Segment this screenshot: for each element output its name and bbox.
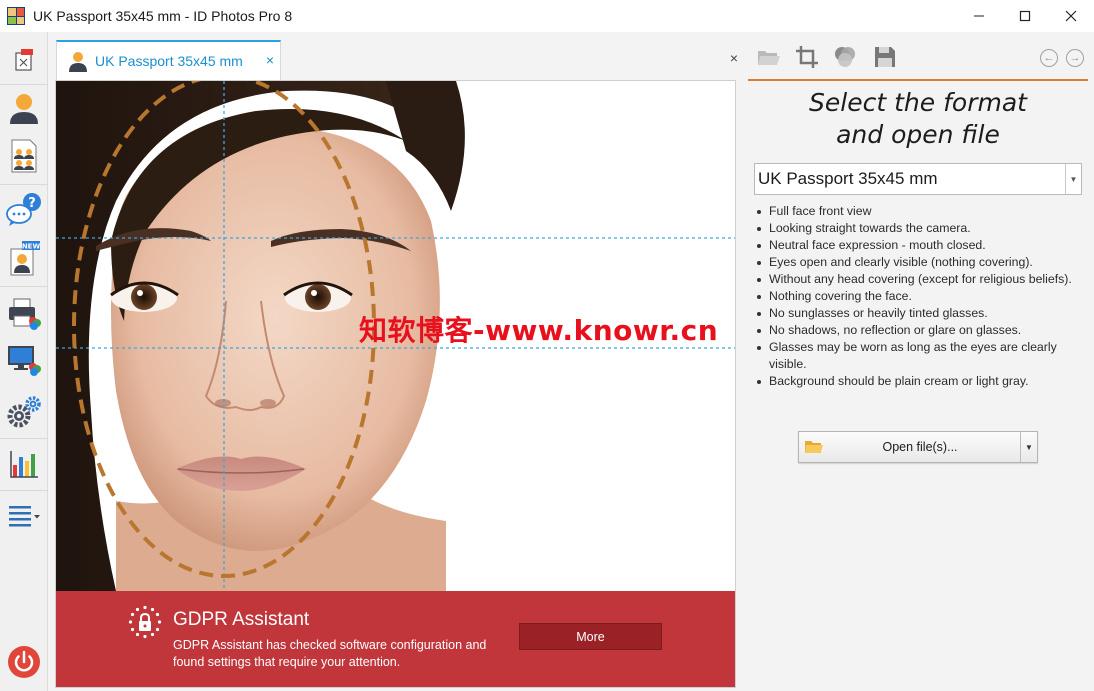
list-item: Full face front view <box>756 203 1086 220</box>
left-sidebar: ? NEW <box>0 32 48 691</box>
sidebar-item-help-chat[interactable]: ? <box>6 190 42 230</box>
crop-tool[interactable] <box>795 45 819 69</box>
new-person-icon: NEW <box>10 241 41 276</box>
menu-list-icon <box>9 506 40 527</box>
list-item: Without any head covering (except for re… <box>756 271 1086 288</box>
format-select-value: UK Passport 35x45 mm <box>758 169 938 188</box>
open-folder-icon <box>758 51 780 65</box>
maximize-icon <box>1019 10 1031 22</box>
tab-label: UK Passport 35x45 mm <box>95 53 243 69</box>
crop-icon <box>796 46 818 68</box>
sidebar-item-print[interactable] <box>6 294 42 334</box>
list-item: Looking straight towards the camera. <box>756 220 1086 237</box>
settings-gears-icon <box>7 396 41 428</box>
list-item: No sunglasses or heavily tinted glasses. <box>756 305 1086 322</box>
list-item: Glasses may be worn as long as the eyes … <box>756 339 1086 373</box>
monitor-color-icon <box>8 346 41 376</box>
open-folder-tool[interactable] <box>757 45 781 69</box>
power-icon <box>8 646 40 678</box>
open-files-label: Open file(s)... <box>882 440 958 454</box>
sidebar-item-statistics[interactable] <box>6 444 42 484</box>
sidebar-item-power[interactable] <box>6 642 42 682</box>
open-files-button[interactable]: Open file(s)... ▼ <box>798 431 1038 463</box>
photo-canvas[interactable]: 知软博客-www.knowr.cn GDPR Assistant GDPR As… <box>55 80 736 688</box>
nav-back-button[interactable]: ← <box>1040 49 1058 67</box>
person-icon <box>69 52 87 72</box>
app-icon <box>7 7 25 25</box>
save-disk-icon <box>875 47 895 67</box>
save-tool[interactable] <box>873 45 897 69</box>
list-item: Background should be plain cream or ligh… <box>756 373 1086 390</box>
tab-strip: UK Passport 35x45 mm × × <box>48 32 744 80</box>
close-icon <box>1065 10 1077 22</box>
gdpr-banner: GDPR Assistant GDPR Assistant has checke… <box>56 591 735 687</box>
gdpr-title: GDPR Assistant <box>173 609 310 630</box>
list-item: Eyes open and clearly visible (nothing c… <box>756 254 1086 271</box>
list-item: Nothing covering the face. <box>756 288 1086 305</box>
print-icon <box>9 298 41 330</box>
gdpr-more-button[interactable]: More <box>519 623 662 650</box>
heading-line-2: and open file <box>836 120 1000 149</box>
chevron-down-icon: ▼ <box>1065 164 1081 194</box>
format-select[interactable]: UK Passport 35x45 mm ▼ <box>754 163 1082 195</box>
requirements-list: Full face front view Looking straight to… <box>756 203 1086 390</box>
right-panel: ← → Select the format and open file UK P… <box>748 32 1094 691</box>
panel-heading: Select the format and open file <box>748 87 1088 151</box>
group-persons-icon <box>11 139 37 173</box>
list-item: No shadows, no reflection or glare on gl… <box>756 322 1086 339</box>
svg-text:NEW: NEW <box>22 243 41 251</box>
list-item: Neutral face expression - mouth closed. <box>756 237 1086 254</box>
tab-close-button[interactable]: × <box>266 52 274 68</box>
heading-line-1: Select the format <box>809 88 1027 117</box>
sidebar-item-group-persons[interactable] <box>6 136 42 176</box>
new-document-icon <box>15 49 33 71</box>
color-balls-icon <box>835 47 855 67</box>
help-chat-icon: ? <box>6 193 41 226</box>
panel-toolbar: ← → <box>748 32 1088 81</box>
gdpr-message: GDPR Assistant has checked software conf… <box>173 638 487 669</box>
window-title: UK Passport 35x45 mm - ID Photos Pro 8 <box>33 8 293 24</box>
sidebar-item-monitor-color[interactable] <box>6 340 42 380</box>
maximize-button[interactable] <box>1002 0 1048 32</box>
minimize-icon <box>974 15 984 17</box>
tab-uk-passport[interactable]: UK Passport 35x45 mm × <box>56 40 281 80</box>
gdpr-lock-icon <box>128 605 162 639</box>
document-close-button[interactable]: × <box>730 50 738 66</box>
statistics-chart-icon <box>10 451 38 478</box>
watermark-text: 知软博客-www.knowr.cn <box>359 314 719 347</box>
close-window-button[interactable] <box>1048 0 1094 32</box>
single-person-icon <box>10 94 38 124</box>
nav-forward-button[interactable]: → <box>1066 49 1084 67</box>
title-bar: UK Passport 35x45 mm - ID Photos Pro 8 <box>0 0 1094 32</box>
sidebar-item-settings[interactable] <box>6 392 42 432</box>
color-tool[interactable] <box>833 45 857 69</box>
sidebar-item-new-person[interactable]: NEW <box>6 238 42 278</box>
minimize-button[interactable] <box>956 0 1002 32</box>
open-files-dropdown[interactable]: ▼ <box>1020 432 1037 462</box>
sidebar-item-single-person[interactable] <box>6 88 42 128</box>
sidebar-item-menu[interactable] <box>6 495 42 535</box>
sidebar-item-new-document[interactable] <box>6 40 42 80</box>
